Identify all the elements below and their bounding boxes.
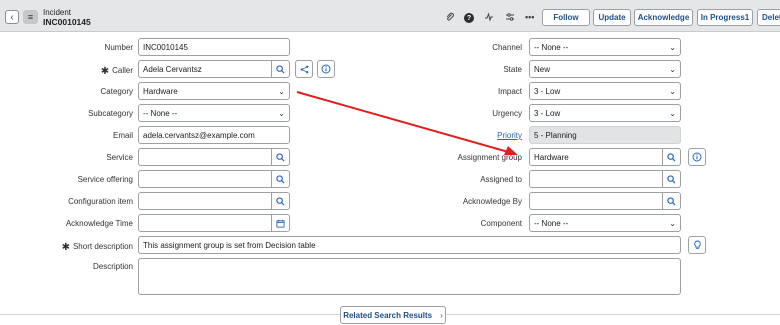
acknowledge-button[interactable]: Acknowledge: [634, 9, 693, 26]
caller-label: ✱ Caller: [100, 66, 133, 77]
urgency-select[interactable]: 3 - Low ⌄: [529, 104, 681, 122]
acknowledge-time-calendar-button[interactable]: [272, 214, 290, 232]
assigned-to-lookup-button[interactable]: [663, 170, 681, 188]
subcategory-select[interactable]: -- None -- ⌄: [138, 104, 290, 122]
channel-label: Channel: [492, 43, 522, 52]
activity-icon[interactable]: [484, 12, 494, 24]
component-label: Component: [480, 219, 522, 228]
priority-field: 5 - Planning: [529, 126, 681, 144]
short-description-label: ✱ Short description: [61, 242, 133, 253]
acknowledge-by-lookup-button[interactable]: [663, 192, 681, 210]
record-number: INC0010145: [43, 17, 91, 27]
chevron-down-icon: ⌄: [278, 108, 285, 118]
channel-select[interactable]: -- None -- ⌄: [529, 38, 681, 56]
email-label: Email: [112, 131, 133, 140]
help-icon[interactable]: ?: [464, 13, 474, 23]
info-icon: [321, 64, 331, 74]
caller-info-button[interactable]: [317, 60, 335, 78]
component-select[interactable]: -- None -- ⌄: [529, 214, 681, 232]
caller-field[interactable]: Adela Cervantsz: [138, 60, 272, 78]
number-field[interactable]: INC0010145: [138, 38, 290, 56]
description-textarea[interactable]: [138, 258, 681, 295]
priority-link[interactable]: Priority: [497, 131, 522, 140]
impact-label: Impact: [497, 87, 522, 96]
caller-lookup-button[interactable]: [272, 60, 290, 78]
search-icon: [667, 196, 676, 206]
category-label: Category: [100, 87, 133, 96]
email-field[interactable]: adela.cervantsz@example.com: [138, 126, 290, 144]
info-icon: [692, 152, 702, 162]
acknowledge-by-label: Acknowledge By: [462, 197, 522, 206]
state-label: State: [503, 65, 522, 74]
required-icon: ✱: [100, 66, 110, 77]
update-button[interactable]: Update: [593, 9, 631, 26]
configuration-item-lookup-button[interactable]: [272, 192, 290, 210]
short-description-field[interactable]: This assignment group is set from Decisi…: [138, 236, 681, 254]
delete-button[interactable]: Delete: [757, 9, 780, 26]
in-progress-button[interactable]: In Progress1: [697, 9, 753, 26]
suggestion-button[interactable]: [688, 236, 706, 254]
share-icon: [300, 65, 308, 73]
form-header: ‹ ≡ Incident INC0010145 ? ••• Follow Upd…: [0, 0, 780, 32]
attachment-icon[interactable]: [445, 12, 455, 24]
configuration-item-label: Configuration item: [68, 197, 133, 206]
search-icon: [276, 64, 285, 74]
more-icon[interactable]: •••: [525, 12, 534, 22]
search-icon: [667, 152, 676, 162]
chevron-down-icon: ⌄: [669, 108, 676, 118]
service-field[interactable]: [138, 148, 272, 166]
record-type: Incident: [43, 8, 72, 17]
required-icon: ✱: [61, 242, 70, 253]
assignment-group-label: Assignment group: [457, 153, 522, 162]
acknowledge-time-label: Acknowledge Time: [65, 219, 133, 228]
chevron-down-icon: ⌄: [278, 86, 285, 96]
category-select[interactable]: Hardware ⌄: [138, 82, 290, 100]
service-offering-lookup-button[interactable]: [272, 170, 290, 188]
assigned-to-field[interactable]: [529, 170, 663, 188]
number-label: Number: [104, 43, 133, 52]
chevron-right-icon: ›: [440, 310, 443, 320]
chevron-down-icon: ⌄: [669, 42, 676, 52]
lightbulb-icon: [693, 240, 701, 250]
assignment-group-field[interactable]: Hardware: [529, 148, 663, 166]
service-offering-label: Service offering: [77, 175, 133, 184]
menu-button[interactable]: ≡: [23, 10, 38, 24]
caller-related-button[interactable]: [295, 60, 313, 78]
chevron-down-icon: ⌄: [669, 64, 676, 74]
back-button[interactable]: ‹: [5, 10, 19, 24]
service-lookup-button[interactable]: [272, 148, 290, 166]
urgency-label: Urgency: [492, 109, 522, 118]
service-offering-field[interactable]: [138, 170, 272, 188]
description-label: Description: [92, 262, 133, 271]
calendar-icon: [276, 219, 285, 228]
follow-button[interactable]: Follow: [542, 9, 590, 26]
impact-select[interactable]: 3 - Low ⌄: [529, 82, 681, 100]
subcategory-label: Subcategory: [88, 109, 133, 118]
assignment-group-info-button[interactable]: [688, 148, 706, 166]
configuration-item-field[interactable]: [138, 192, 272, 210]
search-icon: [667, 174, 676, 184]
service-label: Service: [106, 153, 133, 162]
menu-icon: ≡: [27, 12, 34, 22]
search-icon: [276, 174, 285, 184]
acknowledge-by-field[interactable]: [529, 192, 663, 210]
search-icon: [276, 152, 285, 162]
settings-icon[interactable]: [505, 12, 515, 24]
state-select[interactable]: New ⌄: [529, 60, 681, 78]
search-icon: [276, 196, 285, 206]
assignment-group-lookup-button[interactable]: [663, 148, 681, 166]
back-icon: ‹: [10, 11, 14, 23]
chevron-down-icon: ⌄: [669, 86, 676, 96]
related-search-results-button[interactable]: Related Search Results ›: [340, 306, 446, 324]
acknowledge-time-field[interactable]: [138, 214, 272, 232]
chevron-down-icon: ⌄: [669, 218, 676, 228]
assigned-to-label: Assigned to: [480, 175, 522, 184]
